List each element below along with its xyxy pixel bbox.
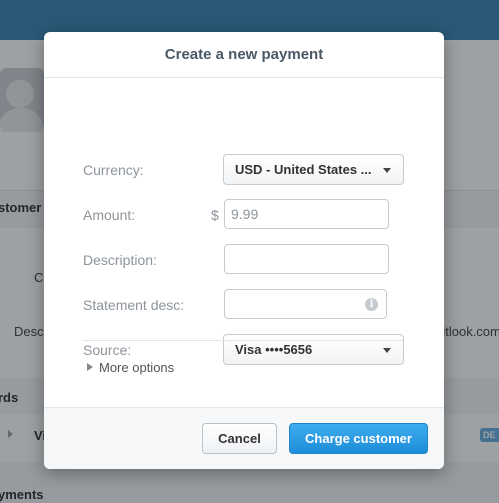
form-divider <box>83 340 403 341</box>
description-label: Description: <box>83 252 157 268</box>
statement-label: Statement desc: <box>83 297 185 313</box>
modal-body: Currency: USD - United States ... Amount… <box>44 78 444 407</box>
modal-footer: Cancel Charge customer <box>44 407 444 469</box>
modal-title: Create a new payment <box>44 32 444 78</box>
source-value: Visa ••••5656 <box>235 342 313 357</box>
info-icon[interactable]: i <box>365 298 378 311</box>
amount-label: Amount: <box>83 207 136 223</box>
amount-row: Amount: $ 9.99 <box>44 199 444 231</box>
more-options-toggle[interactable]: More options <box>87 360 174 375</box>
source-select[interactable]: Visa ••••5656 <box>223 334 404 365</box>
charge-customer-button[interactable]: Charge customer <box>289 423 428 454</box>
currency-label: Currency: <box>83 162 144 178</box>
chevron-down-icon <box>383 348 391 353</box>
currency-value: USD - United States ... <box>235 162 372 177</box>
description-input[interactable] <box>224 244 389 274</box>
cancel-button[interactable]: Cancel <box>202 423 277 454</box>
more-options-label: More options <box>99 360 175 375</box>
description-row: Description: <box>44 244 444 276</box>
statement-input[interactable]: i <box>224 289 387 319</box>
dollar-symbol: $ <box>211 207 219 223</box>
chevron-down-icon <box>383 168 391 173</box>
source-label: Source: <box>83 342 132 358</box>
triangle-right-icon <box>87 363 93 371</box>
currency-select[interactable]: USD - United States ... <box>223 154 404 185</box>
currency-row: Currency: USD - United States ... <box>44 154 444 186</box>
amount-input[interactable]: 9.99 <box>224 199 389 229</box>
create-payment-modal: Create a new payment Currency: USD - Uni… <box>44 32 444 469</box>
statement-row: Statement desc: i <box>44 289 444 321</box>
